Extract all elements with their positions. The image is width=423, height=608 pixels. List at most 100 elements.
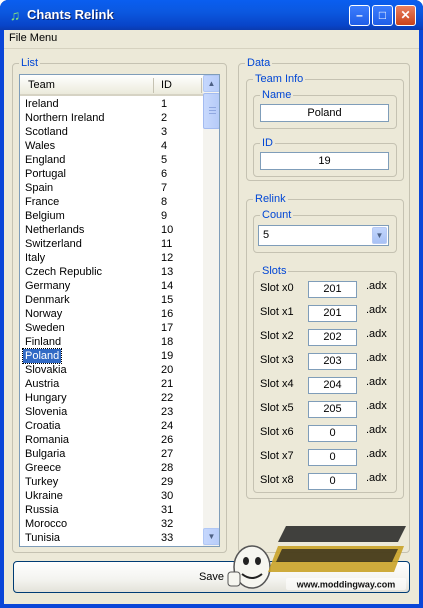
list-item[interactable]: Romania 26 [20, 433, 203, 447]
team-name: Bulgaria [25, 448, 66, 460]
slot-label: Slot x7 [260, 450, 294, 462]
list-item[interactable]: Czech Republic 13 [20, 265, 203, 279]
list-item[interactable]: Switzerland 11 [20, 237, 203, 251]
grip-line [209, 107, 216, 108]
column-header-team[interactable]: Team [28, 79, 55, 91]
team-name: Wales [25, 140, 56, 152]
close-button[interactable]: ✕ [395, 5, 416, 26]
list-item[interactable]: Norway 16 [20, 307, 203, 321]
menu-file[interactable]: File Menu [9, 32, 57, 44]
list-item[interactable]: Spain 7 [20, 181, 203, 195]
list-item[interactable]: Turkey 29 [20, 475, 203, 489]
column-divider[interactable] [201, 78, 202, 93]
slot-value-field[interactable]: 201 [308, 305, 357, 322]
team-id: 13 [161, 266, 174, 278]
grip-line [209, 110, 216, 111]
slot-value-field[interactable]: 205 [308, 401, 357, 418]
window-title: Chants Relink [27, 7, 114, 22]
slot-value-field[interactable]: 201 [308, 281, 357, 298]
team-name: Belgium [25, 210, 65, 222]
slot-value-field[interactable]: 203 [308, 353, 357, 370]
list-item[interactable]: Ukraine 30 [20, 489, 203, 503]
slot-value-field[interactable]: 202 [308, 329, 357, 346]
list-item[interactable]: England 5 [20, 153, 203, 167]
slot-value-field[interactable]: 0 [308, 449, 357, 466]
slot-value-field[interactable]: 204 [308, 377, 357, 394]
team-name: Slovakia [25, 364, 67, 376]
list-item[interactable]: Denmark 15 [20, 293, 203, 307]
team-name: Czech Republic [25, 266, 103, 278]
name-field[interactable]: Poland [260, 104, 389, 122]
team-id: 15 [161, 294, 174, 306]
list-item[interactable]: Sweden 17 [20, 321, 203, 335]
column-divider[interactable] [153, 78, 154, 93]
list-item[interactable]: Morocco 32 [20, 517, 203, 531]
list-item[interactable]: Bulgaria 27 [20, 447, 203, 461]
team-id: 24 [161, 420, 174, 432]
team-name: Turkey [25, 476, 59, 488]
list-item[interactable]: Ireland 1 [20, 97, 203, 111]
minimize-button[interactable]: – [349, 5, 370, 26]
list-item[interactable]: Belgium 9 [20, 209, 203, 223]
list-item[interactable]: Tunisia 33 [20, 531, 203, 545]
list-item[interactable]: Scotland 3 [20, 125, 203, 139]
list-item[interactable]: Finland 18 [20, 335, 203, 349]
slot-label: Slot x8 [260, 474, 294, 486]
vertical-scrollbar[interactable]: ▲ ▼ [203, 75, 219, 546]
team-name: Netherlands [25, 224, 85, 236]
team-id: 2 [161, 112, 168, 124]
scroll-down-icon[interactable]: ▼ [203, 528, 219, 545]
count-select[interactable]: 5 ▼ [258, 225, 389, 246]
list-item[interactable]: Wales 4 [20, 139, 203, 153]
list-item[interactable]: Greece 28 [20, 461, 203, 475]
list-item[interactable]: Austria 21 [20, 377, 203, 391]
maximize-button[interactable]: □ [372, 5, 393, 26]
team-listview[interactable]: Team ID Ireland 1 Northern Ireland 2 Scotlan… [19, 74, 220, 547]
team-name: Hungary [25, 392, 67, 404]
team-id: 9 [161, 210, 168, 222]
list-item[interactable]: Poland 19 [20, 348, 203, 364]
team-name: Greece [25, 462, 62, 474]
list-item[interactable]: Italy 12 [20, 251, 203, 265]
scroll-thumb[interactable] [203, 93, 219, 129]
slot-value-field[interactable]: 0 [308, 473, 357, 490]
team-info-label: Team Info [253, 73, 306, 85]
title-bar[interactable]: ♫ Chants Relink – □ ✕ [0, 0, 423, 30]
id-field[interactable]: 19 [260, 152, 389, 170]
team-name: Slovenia [25, 406, 68, 418]
list-item[interactable]: Germany 14 [20, 279, 203, 293]
team-id: 5 [161, 154, 168, 166]
team-id: 6 [161, 168, 168, 180]
slot-extension: .adx [366, 328, 387, 340]
slot-extension: .adx [366, 400, 387, 412]
list-item[interactable]: Hungary 22 [20, 391, 203, 405]
list-item[interactable]: Croatia 24 [20, 419, 203, 433]
team-name: Germany [25, 280, 71, 292]
team-id: 29 [161, 476, 174, 488]
team-id: 1 [161, 98, 168, 110]
list-item[interactable]: Northern Ireland 2 [20, 111, 203, 125]
list-item[interactable]: Slovakia 20 [20, 363, 203, 377]
slot-extension: .adx [366, 352, 387, 364]
slot-value-field[interactable]: 0 [308, 425, 357, 442]
list-item[interactable]: France 8 [20, 195, 203, 209]
list-item[interactable]: Portugal 6 [20, 167, 203, 181]
column-header-id[interactable]: ID [161, 79, 172, 91]
scroll-up-icon[interactable]: ▲ [203, 75, 219, 92]
list-item[interactable]: Netherlands 10 [20, 223, 203, 237]
mascot-thumbs-up-icon [227, 545, 271, 589]
window-border-bottom [0, 604, 423, 608]
list-item[interactable]: Russia 31 [20, 503, 203, 517]
team-id: 12 [161, 252, 174, 264]
team-id: 26 [161, 434, 174, 446]
name-label: Name [260, 89, 294, 101]
slot-extension: .adx [366, 304, 387, 316]
team-name: Morocco [25, 518, 68, 530]
team-name: Ireland [25, 98, 59, 110]
chevron-down-icon[interactable]: ▼ [372, 227, 387, 244]
team-id: 3 [161, 126, 168, 138]
team-id: 7 [161, 182, 168, 194]
slot-label: Slot x1 [260, 306, 294, 318]
team-name: Denmark [25, 294, 70, 306]
list-item[interactable]: Slovenia 23 [20, 405, 203, 419]
